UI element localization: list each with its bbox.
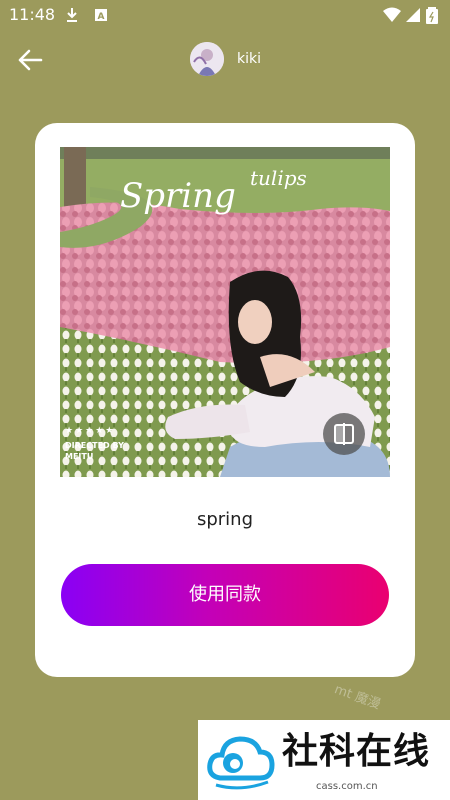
watermark: mt 魔漫 xyxy=(332,682,383,713)
template-card: Spring tulips ★★★★★ DIRECTED BY MEITU sp… xyxy=(35,123,415,677)
avatar[interactable] xyxy=(190,42,224,76)
use-same-button[interactable]: 使用同款 xyxy=(61,564,389,626)
status-time: 11:48 xyxy=(9,5,56,24)
a-notification-icon: A xyxy=(95,9,107,22)
ad-banner[interactable]: 社科在线 cass.com.cn xyxy=(198,720,450,800)
status-left-icons: A xyxy=(67,8,107,22)
ad-url: cass.com.cn xyxy=(316,781,378,792)
template-name: spring xyxy=(196,509,254,530)
template-preview-image[interactable]: Spring tulips ★★★★★ DIRECTED BY MEITU xyxy=(60,147,390,477)
signal-icon xyxy=(406,8,420,22)
username[interactable]: kiki xyxy=(237,51,261,67)
download-icon xyxy=(67,8,77,22)
status-bar: 11:48 A xyxy=(0,0,450,30)
ad-title: 社科在线 xyxy=(282,731,431,772)
status-right-icons xyxy=(383,7,438,24)
compare-button[interactable] xyxy=(323,413,365,455)
preview-text-tulips: tulips xyxy=(250,166,307,190)
ad-logo-icon xyxy=(207,736,275,790)
wifi-icon xyxy=(383,7,401,22)
director-name: MEITU xyxy=(65,452,94,461)
preview-text-spring: Spring xyxy=(120,176,236,216)
compare-split-icon xyxy=(334,423,354,445)
directed-by-label: DIRECTED BY xyxy=(65,441,124,450)
svg-text:A: A xyxy=(98,12,105,22)
back-arrow-icon[interactable] xyxy=(16,46,44,74)
battery-icon xyxy=(426,7,438,24)
rating-stars: ★★★★★ xyxy=(65,426,116,436)
